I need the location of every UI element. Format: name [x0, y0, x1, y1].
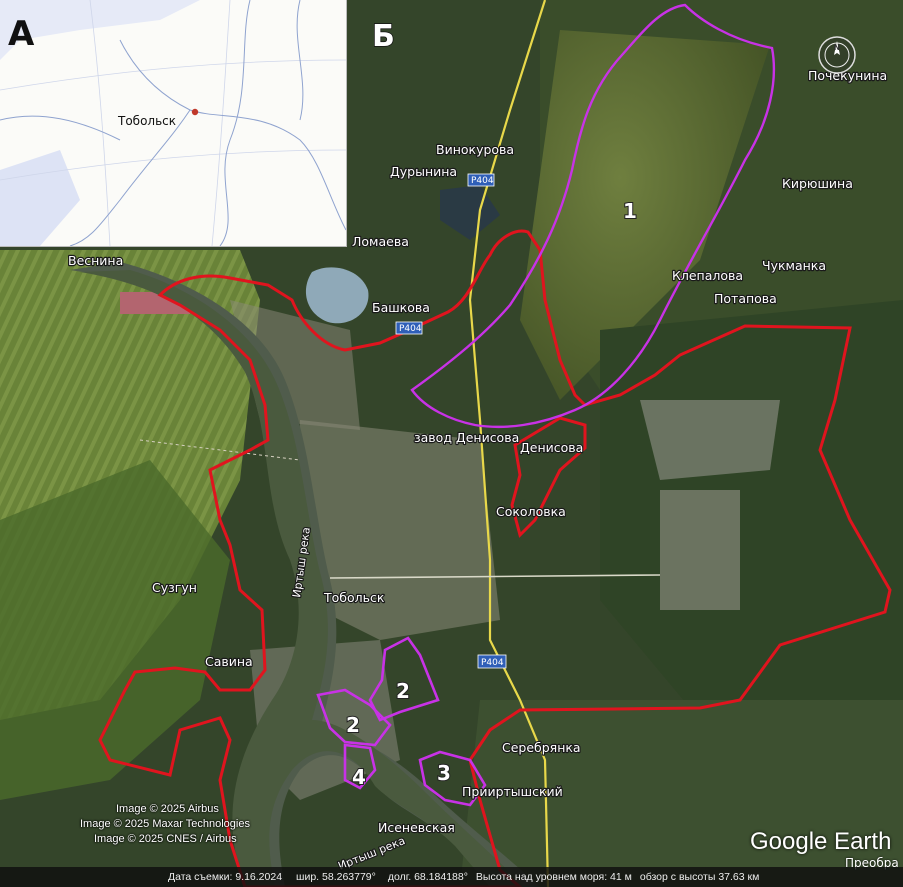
svg-text:Р404: Р404 [471, 176, 494, 186]
place-kiryushina[interactable]: Кирюшина [781, 175, 854, 192]
place-serebryanka[interactable]: Серебрянка [501, 739, 582, 756]
road-shield-3: Р404 [477, 654, 507, 669]
svg-text:Р404: Р404 [481, 658, 504, 668]
road-shield-2: Р404 [395, 321, 423, 335]
place-suzgun[interactable]: Сузгун [151, 579, 198, 596]
svg-text:Р404: Р404 [399, 324, 422, 334]
place-lomaeva[interactable]: Ломаева [351, 233, 410, 250]
place-priirtyshsky[interactable]: Прииртышский [461, 783, 564, 800]
credit-cnes: Image © 2025 CNES / Airbus [94, 833, 237, 845]
place-denisova[interactable]: Денисова [519, 439, 585, 456]
zone-label-1: 1 [623, 199, 637, 223]
status-latitude: шир. 58.263779° [296, 871, 376, 883]
place-vesnina[interactable]: Веснина [67, 252, 125, 269]
inset-city-marker [191, 108, 199, 116]
inset-city-label: Тобольск [118, 114, 177, 128]
credit-airbus: Image © 2025 Airbus [116, 803, 219, 815]
status-eye-altitude: обзор с высоты 37.63 км [639, 871, 760, 883]
inset-map[interactable]: А Тобольск [0, 0, 347, 247]
svg-text:N: N [834, 43, 841, 52]
place-tobolsk[interactable]: Тобольск [322, 589, 386, 606]
google-earth-logo: Google Earth [750, 828, 892, 855]
zone-label-3: 3 [437, 761, 451, 785]
zone-label-4: 4 [352, 765, 366, 789]
credit-maxar: Image © 2025 Maxar Technologies [80, 818, 250, 830]
road-shield-1: Р404 [467, 173, 495, 187]
zone-label-2a: 2 [396, 679, 410, 703]
place-potapova[interactable]: Потапова [713, 290, 778, 307]
status-longitude: долг. 68.184188° [387, 871, 468, 883]
place-klepalova[interactable]: Клепалова [671, 267, 744, 284]
zone-label-2b: 2 [346, 713, 360, 737]
inset-water-body [0, 150, 80, 246]
place-vinokurova[interactable]: Винокурова [435, 141, 515, 158]
place-savina[interactable]: Савина [204, 653, 254, 670]
place-chukmanka[interactable]: Чукманка [761, 257, 827, 274]
place-bashkova[interactable]: Башкова [371, 299, 431, 316]
place-isenevskaya[interactable]: Исеневская [377, 819, 456, 836]
industrial-area-2 [660, 490, 740, 610]
status-elevation: Высота над уровнем моря: 41 м [475, 871, 632, 883]
place-durynina[interactable]: Дурынина [389, 163, 459, 180]
status-date: Дата съемки: 9.16.2024 [168, 871, 283, 883]
place-zavod-denisova[interactable]: завод Денисова [413, 429, 521, 446]
industrial-area [640, 400, 780, 480]
panel-label-a: А [8, 14, 35, 54]
status-bar: Дата съемки: 9.16.2024 шир. 58.263779° д… [0, 867, 903, 887]
panel-label-b: Б [372, 19, 395, 54]
place-sokolovka[interactable]: Соколовка [495, 503, 567, 520]
compass-icon[interactable]: N [815, 33, 859, 77]
